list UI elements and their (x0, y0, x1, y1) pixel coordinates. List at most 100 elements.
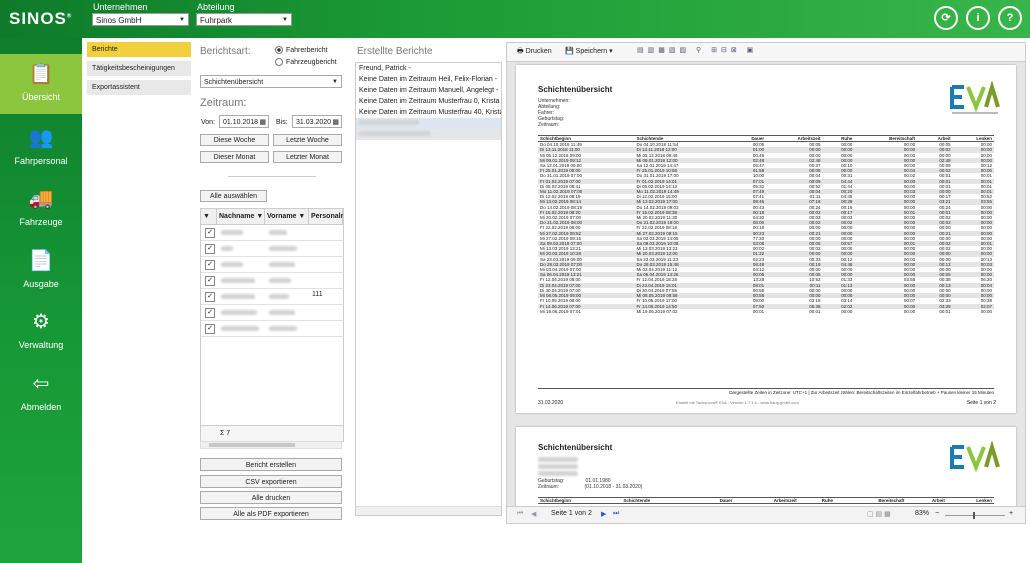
unternehmen-select[interactable]: Sinos GmbH ▼ (92, 13, 189, 26)
help-icon[interactable]: ? (998, 6, 1022, 30)
list-item[interactable]: Keine Daten im Zeitraum Musterfrau 0, Kr… (356, 96, 501, 107)
sidebar-item-fahrpersonal[interactable]: 👥 Fahrpersonal (0, 118, 82, 178)
report-page-number: Seite 1 von 2 (966, 400, 996, 406)
grid-header-nachname[interactable]: Nachname ▼ (217, 209, 265, 225)
eva-logo (948, 80, 1000, 119)
table-row[interactable]: ✓ (201, 273, 343, 289)
sidebar-item-verwaltung[interactable]: ⚙ Verwaltung (0, 302, 82, 362)
report-info: Geburtstag: 01.01.1980 Zeitraum: (01.10.… (538, 457, 642, 490)
report-footnote: Dargestellte Zeiten in Zeitzone: UTC+1 |… (729, 390, 994, 395)
last-month-button[interactable]: Letzter Monat (273, 151, 342, 163)
grid-header-personalnummer[interactable]: Personalnu (309, 209, 343, 225)
csv-export-button[interactable]: CSV exportieren (200, 475, 342, 488)
this-week-button[interactable]: Diese Woche (200, 134, 269, 146)
bis-label: Bis: (276, 119, 288, 126)
report-type-select[interactable]: Schichtenübersicht ▼ (200, 75, 342, 88)
next-page-icon[interactable]: ▶ (601, 510, 606, 518)
zoom-slider[interactable] (945, 512, 1005, 519)
filter-icon[interactable]: ▼ (201, 209, 217, 225)
printer-icon: 🖶 (517, 48, 524, 55)
table-row[interactable]: ✓ (201, 321, 343, 337)
print-button[interactable]: 🖶 Drucken (517, 47, 552, 58)
sync-icon[interactable]: ⟳ (934, 6, 958, 30)
table-header-cell: Dauer (694, 496, 735, 505)
radio-fahrerbericht[interactable]: Fahrerbericht (275, 46, 328, 54)
list-item-selected[interactable] (356, 118, 501, 129)
eva-logo (948, 440, 1000, 479)
select-all-button[interactable]: Alle auswählen (200, 190, 267, 202)
view-mode-icons[interactable]: ▢ ▤ ▦ (867, 510, 891, 518)
subnav-taetigkeitsbescheinigungen[interactable]: Tätigkeitsbescheinigungen (87, 61, 191, 77)
table-cell: Mi 19.06.2019 07:01 (540, 308, 582, 314)
table-row[interactable]: ✓ 111 (201, 289, 343, 305)
checkbox-checked-icon[interactable]: ✓ (205, 292, 215, 302)
table-cell: 00:00 (903, 308, 916, 314)
viewer-tool-icons[interactable]: ▤▥▦▧▨ ⚲ ⊞⊟⊠ ▣ (637, 46, 757, 54)
checkbox-checked-icon[interactable]: ✓ (205, 244, 215, 254)
sidebar-item-uebersicht[interactable]: 📋 Übersicht (0, 54, 82, 114)
subnav-berichte[interactable]: Berichte (87, 42, 191, 58)
prev-page-icon[interactable]: ◀ (531, 510, 536, 518)
list-item[interactable]: Keine Daten im Zeitraum Heil, Felix-Flor… (356, 74, 501, 85)
pdf-export-all-button[interactable]: Alle als PDF exportieren (200, 507, 342, 520)
sub-navigation: Berichte Tätigkeitsbescheinigungen Expor… (83, 38, 191, 563)
table-header-cell: Arbeit (906, 496, 947, 505)
grid-header-vorname[interactable]: Vorname ▼ (265, 209, 309, 225)
table-row[interactable]: ✓ (201, 257, 343, 273)
list-item[interactable]: Freund, Patrick - (356, 63, 501, 74)
calendar-icon[interactable]: ▦ (259, 116, 266, 129)
print-all-button[interactable]: Alle drucken (200, 491, 342, 504)
table-header-cell: Arbeitszeit (734, 496, 799, 505)
table-row[interactable]: ✓ (201, 241, 343, 257)
sidebar-item-abmelden[interactable]: ⇦ Abmelden (0, 364, 82, 424)
app-logo: SINOS® (9, 9, 73, 28)
reports-list: Freund, Patrick - Keine Daten im Zeitrau… (355, 62, 502, 516)
list-item[interactable]: Keine Daten im Zeitraum Manuell, Angeleg… (356, 85, 501, 96)
abteilung-select[interactable]: Fuhrpark ▼ (196, 13, 292, 26)
document-icon: 📄 (28, 250, 54, 272)
info-icon[interactable]: i (966, 6, 990, 30)
report-page-2: Schichtenübersicht Geburtstag: 01.01.198… (516, 427, 1016, 507)
viewer-toolbar: 🖶 Drucken 💾 Speichern ▾ ▤▥▦▧▨ ⚲ ⊞⊟⊠ ▣ (507, 43, 1025, 62)
this-month-button[interactable]: Dieser Monat (200, 151, 269, 163)
create-report-button[interactable]: Bericht erstellen (200, 458, 342, 471)
table-header-cell: Bereitschaft (834, 496, 907, 505)
table-row[interactable]: ✓ (201, 305, 343, 321)
von-date-field[interactable]: 01.10.2018 ▦ (219, 115, 269, 128)
zoom-out-icon[interactable]: − (935, 510, 939, 517)
save-button[interactable]: 💾 Speichern ▾ (565, 47, 613, 55)
table-row[interactable]: ✓ (201, 225, 343, 241)
checkbox-checked-icon[interactable]: ✓ (205, 228, 215, 238)
report-info: Unternehmen: Abteilung: Fahrer: Geburtst… (538, 98, 570, 128)
zeitraum-label: Zeitraum: (200, 97, 247, 109)
table-cell: 00:01 (939, 308, 951, 314)
personal-number: 111 (312, 291, 323, 298)
checkbox-checked-icon[interactable]: ✓ (205, 308, 215, 318)
table-header-cell: Schichtbeginn (538, 496, 622, 505)
chevron-down-icon: ▼ (179, 17, 185, 23)
list-item[interactable]: Keine Daten im Zeitraum Musterfrau 40, K… (356, 107, 501, 118)
first-page-icon[interactable]: ⏮ (517, 510, 523, 518)
radio-fahrzeugbericht[interactable]: Fahrzeugbericht (275, 58, 337, 66)
horizontal-scrollbar[interactable] (200, 441, 342, 449)
abteilung-label: Abteilung (197, 2, 235, 12)
subnav-exportassistent[interactable]: Exportassistent (87, 80, 191, 96)
list-item[interactable] (356, 129, 501, 140)
chevron-down-icon: ▼ (282, 17, 288, 23)
calendar-icon[interactable]: ▦ (332, 116, 339, 129)
radio-unchecked-icon (275, 58, 283, 66)
last-page-icon[interactable]: ⏭ (613, 510, 619, 518)
bis-date-field[interactable]: 31.03.2020 ▦ (292, 115, 342, 128)
table-cell: 00:01 (752, 308, 765, 314)
table-header-cell: Ruhe (798, 496, 835, 505)
logout-icon: ⇦ (32, 373, 50, 395)
zoom-in-icon[interactable]: + (1009, 510, 1013, 517)
report-date: 31.03.2020 (538, 400, 564, 406)
checkbox-checked-icon[interactable]: ✓ (205, 276, 215, 286)
last-week-button[interactable]: Letzte Woche (273, 134, 342, 146)
sidebar-item-ausgabe[interactable]: 📄 Ausgabe (0, 241, 82, 301)
sidebar-item-fahrzeuge[interactable]: 🚚 Fahrzeuge (0, 179, 82, 239)
horizontal-scrollbar[interactable] (356, 506, 501, 515)
checkbox-checked-icon[interactable]: ✓ (205, 260, 215, 270)
checkbox-checked-icon[interactable]: ✓ (205, 324, 215, 334)
